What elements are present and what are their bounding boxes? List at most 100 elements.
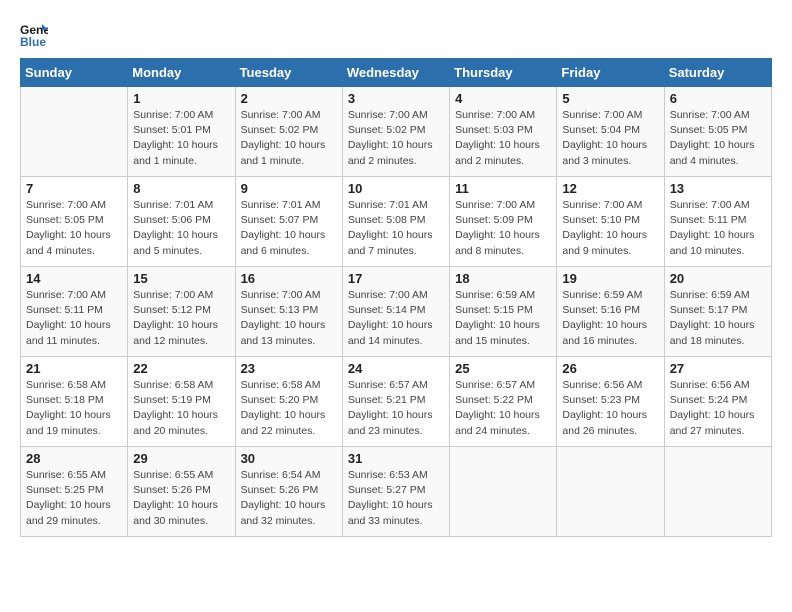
day-number: 9 [241, 181, 337, 196]
day-info: Sunrise: 7:00 AMSunset: 5:02 PMDaylight:… [241, 108, 337, 169]
day-info: Sunrise: 7:00 AMSunset: 5:03 PMDaylight:… [455, 108, 551, 169]
calendar-cell: 20 Sunrise: 6:59 AMSunset: 5:17 PMDayligh… [664, 267, 771, 357]
day-info: Sunrise: 7:00 AMSunset: 5:05 PMDaylight:… [670, 108, 766, 169]
day-info: Sunrise: 7:01 AMSunset: 5:07 PMDaylight:… [241, 198, 337, 259]
day-number: 11 [455, 181, 551, 196]
calendar-cell: 2 Sunrise: 7:00 AMSunset: 5:02 PMDaylight… [235, 87, 342, 177]
day-info: Sunrise: 7:00 AMSunset: 5:14 PMDaylight:… [348, 288, 444, 349]
day-info: Sunrise: 7:00 AMSunset: 5:12 PMDaylight:… [133, 288, 229, 349]
day-number: 10 [348, 181, 444, 196]
day-number: 19 [562, 271, 658, 286]
calendar-week-row: 7 Sunrise: 7:00 AMSunset: 5:05 PMDaylight… [21, 177, 772, 267]
calendar-cell: 27 Sunrise: 6:56 AMSunset: 5:24 PMDayligh… [664, 357, 771, 447]
calendar-cell: 5 Sunrise: 7:00 AMSunset: 5:04 PMDaylight… [557, 87, 664, 177]
calendar-cell: 31 Sunrise: 6:53 AMSunset: 5:27 PMDayligh… [342, 447, 449, 537]
calendar-cell: 11 Sunrise: 7:00 AMSunset: 5:09 PMDayligh… [450, 177, 557, 267]
calendar-cell: 23 Sunrise: 6:58 AMSunset: 5:20 PMDayligh… [235, 357, 342, 447]
calendar-cell: 29 Sunrise: 6:55 AMSunset: 5:26 PMDayligh… [128, 447, 235, 537]
day-number: 20 [670, 271, 766, 286]
day-info: Sunrise: 7:01 AMSunset: 5:08 PMDaylight:… [348, 198, 444, 259]
calendar-cell: 14 Sunrise: 7:00 AMSunset: 5:11 PMDayligh… [21, 267, 128, 357]
day-number: 1 [133, 91, 229, 106]
day-info: Sunrise: 6:59 AMSunset: 5:17 PMDaylight:… [670, 288, 766, 349]
svg-text:Blue: Blue [20, 35, 46, 48]
day-number: 27 [670, 361, 766, 376]
calendar-cell: 10 Sunrise: 7:01 AMSunset: 5:08 PMDayligh… [342, 177, 449, 267]
day-info: Sunrise: 6:56 AMSunset: 5:23 PMDaylight:… [562, 378, 658, 439]
day-number: 29 [133, 451, 229, 466]
day-info: Sunrise: 6:58 AMSunset: 5:19 PMDaylight:… [133, 378, 229, 439]
day-info: Sunrise: 6:59 AMSunset: 5:15 PMDaylight:… [455, 288, 551, 349]
calendar-cell: 25Sunrise: 6:57 AMSunset: 5:22 PMDayligh… [450, 357, 557, 447]
day-number: 14 [26, 271, 122, 286]
weekday-header-row: SundayMondayTuesdayWednesdayThursdayFrid… [21, 59, 772, 87]
day-info: Sunrise: 7:00 AMSunset: 5:11 PMDaylight:… [670, 198, 766, 259]
calendar-cell: 22 Sunrise: 6:58 AMSunset: 5:19 PMDayligh… [128, 357, 235, 447]
calendar-cell: 9 Sunrise: 7:01 AMSunset: 5:07 PMDaylight… [235, 177, 342, 267]
day-info: Sunrise: 6:55 AMSunset: 5:26 PMDaylight:… [133, 468, 229, 529]
calendar-week-row: 14 Sunrise: 7:00 AMSunset: 5:11 PMDayligh… [21, 267, 772, 357]
logo-icon: General Blue [20, 20, 48, 48]
calendar-week-row: 1 Sunrise: 7:00 AMSunset: 5:01 PMDaylight… [21, 87, 772, 177]
logo: General Blue [20, 20, 52, 48]
calendar-table: SundayMondayTuesdayWednesdayThursdayFrid… [20, 58, 772, 537]
day-number: 16 [241, 271, 337, 286]
calendar-cell: 16 Sunrise: 7:00 AMSunset: 5:13 PMDayligh… [235, 267, 342, 357]
calendar-cell: 1 Sunrise: 7:00 AMSunset: 5:01 PMDaylight… [128, 87, 235, 177]
day-info: Sunrise: 6:58 AMSunset: 5:20 PMDaylight:… [241, 378, 337, 439]
calendar-week-row: 21 Sunrise: 6:58 AMSunset: 5:18 PMDayligh… [21, 357, 772, 447]
day-info: Sunrise: 6:55 AMSunset: 5:25 PMDaylight:… [26, 468, 122, 529]
day-number: 15 [133, 271, 229, 286]
calendar-cell: 28 Sunrise: 6:55 AMSunset: 5:25 PMDayligh… [21, 447, 128, 537]
day-number: 23 [241, 361, 337, 376]
calendar-cell: 18 Sunrise: 6:59 AMSunset: 5:15 PMDayligh… [450, 267, 557, 357]
day-number: 22 [133, 361, 229, 376]
weekday-header-saturday: Saturday [664, 59, 771, 87]
day-info: Sunrise: 6:59 AMSunset: 5:16 PMDaylight:… [562, 288, 658, 349]
day-number: 12 [562, 181, 658, 196]
day-info: Sunrise: 7:00 AMSunset: 5:13 PMDaylight:… [241, 288, 337, 349]
calendar-cell [450, 447, 557, 537]
day-number: 4 [455, 91, 551, 106]
day-info: Sunrise: 6:54 AMSunset: 5:26 PMDaylight:… [241, 468, 337, 529]
day-number: 17 [348, 271, 444, 286]
calendar-cell: 7 Sunrise: 7:00 AMSunset: 5:05 PMDaylight… [21, 177, 128, 267]
day-number: 3 [348, 91, 444, 106]
day-number: 26 [562, 361, 658, 376]
calendar-cell: 3 Sunrise: 7:00 AMSunset: 5:02 PMDaylight… [342, 87, 449, 177]
day-number: 2 [241, 91, 337, 106]
day-number: 24 [348, 361, 444, 376]
day-info: Sunrise: 6:58 AMSunset: 5:18 PMDaylight:… [26, 378, 122, 439]
day-info: Sunrise: 7:00 AMSunset: 5:10 PMDaylight:… [562, 198, 658, 259]
day-number: 31 [348, 451, 444, 466]
calendar-cell: 8 Sunrise: 7:01 AMSunset: 5:06 PMDaylight… [128, 177, 235, 267]
calendar-cell: 24Sunrise: 6:57 AMSunset: 5:21 PMDayligh… [342, 357, 449, 447]
day-info: Sunrise: 7:00 AMSunset: 5:11 PMDaylight:… [26, 288, 122, 349]
day-number: 13 [670, 181, 766, 196]
day-number: 5 [562, 91, 658, 106]
day-info: Sunrise: 7:00 AMSunset: 5:02 PMDaylight:… [348, 108, 444, 169]
day-info: Sunrise: 7:00 AMSunset: 5:05 PMDaylight:… [26, 198, 122, 259]
day-number: 8 [133, 181, 229, 196]
day-info: Sunrise: 7:01 AMSunset: 5:06 PMDaylight:… [133, 198, 229, 259]
day-number: 18 [455, 271, 551, 286]
day-info: Sunrise: 7:00 AMSunset: 5:04 PMDaylight:… [562, 108, 658, 169]
weekday-header-tuesday: Tuesday [235, 59, 342, 87]
day-number: 21 [26, 361, 122, 376]
day-info: Sunrise: 6:53 AMSunset: 5:27 PMDaylight:… [348, 468, 444, 529]
calendar-cell: 4 Sunrise: 7:00 AMSunset: 5:03 PMDaylight… [450, 87, 557, 177]
day-number: 7 [26, 181, 122, 196]
weekday-header-friday: Friday [557, 59, 664, 87]
calendar-week-row: 28 Sunrise: 6:55 AMSunset: 5:25 PMDayligh… [21, 447, 772, 537]
weekday-header-thursday: Thursday [450, 59, 557, 87]
weekday-header-sunday: Sunday [21, 59, 128, 87]
calendar-cell: 21 Sunrise: 6:58 AMSunset: 5:18 PMDayligh… [21, 357, 128, 447]
day-info: Sunrise: 6:56 AMSunset: 5:24 PMDaylight:… [670, 378, 766, 439]
day-number: 28 [26, 451, 122, 466]
day-info: Sunrise: 7:00 AMSunset: 5:01 PMDaylight:… [133, 108, 229, 169]
calendar-cell [557, 447, 664, 537]
calendar-cell [21, 87, 128, 177]
calendar-cell: 30Sunrise: 6:54 AMSunset: 5:26 PMDayligh… [235, 447, 342, 537]
weekday-header-wednesday: Wednesday [342, 59, 449, 87]
day-info: Sunrise: 7:00 AMSunset: 5:09 PMDaylight:… [455, 198, 551, 259]
